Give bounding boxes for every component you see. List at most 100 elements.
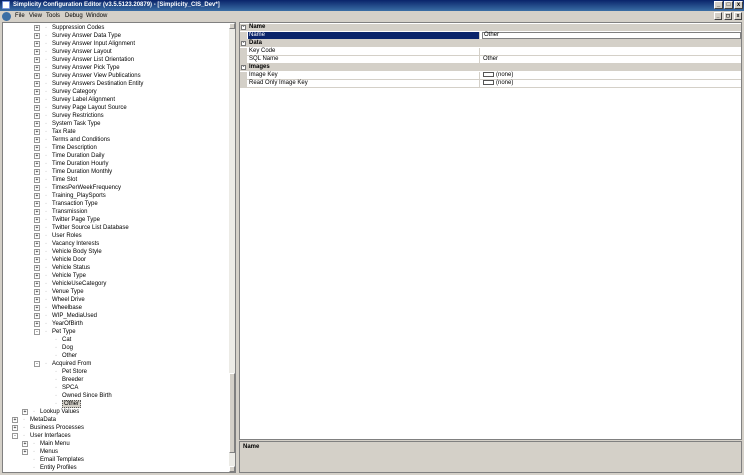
tree-item[interactable]: + ◦ Vacancy Interests — [3, 240, 229, 248]
expand-icon[interactable]: + — [34, 209, 40, 215]
tree-item[interactable]: ◦ SPCA — [3, 384, 229, 392]
tree-item[interactable]: + ◦ Survey Answer View Publications — [3, 72, 229, 80]
scroll-up-arrow-icon[interactable] — [229, 23, 235, 29]
tree-item[interactable]: + ◦ Survey Page Layout Source — [3, 104, 229, 112]
expand-icon[interactable]: + — [34, 49, 40, 55]
expand-icon[interactable]: + — [34, 289, 40, 295]
tree-item[interactable]: ◦ Owned Since Birth — [3, 392, 229, 400]
menu-file[interactable]: File — [15, 13, 25, 20]
collapse-icon[interactable]: - — [34, 329, 40, 335]
collapse-icon[interactable]: - — [241, 41, 246, 46]
collapse-icon[interactable]: - — [241, 65, 246, 70]
expand-icon[interactable]: + — [34, 201, 40, 207]
tree-scrollbar[interactable] — [229, 23, 235, 472]
property-category[interactable]: - Name — [240, 24, 741, 31]
tree-item[interactable]: ◦ Pet Store — [3, 368, 229, 376]
property-grid[interactable]: - Name Name Other - Data Key Code SQL Name Other… — [239, 22, 742, 440]
expand-icon[interactable]: + — [34, 233, 40, 239]
expand-icon[interactable]: + — [34, 153, 40, 159]
tree-item[interactable]: + ◦ Survey Category — [3, 88, 229, 96]
expand-icon[interactable]: + — [12, 417, 18, 423]
tree-item[interactable]: + ◦ Transaction Type — [3, 200, 229, 208]
expand-icon[interactable]: + — [34, 81, 40, 87]
expand-icon[interactable]: + — [34, 129, 40, 135]
tree-item[interactable]: ◦ Email Templates — [3, 456, 229, 464]
expand-icon[interactable]: + — [22, 409, 28, 415]
tree-item[interactable]: + ◦ YearOfBirth — [3, 320, 229, 328]
tree-item[interactable]: + ◦ Time Slot — [3, 176, 229, 184]
tree-item[interactable]: + ◦ Survey Answer Layout — [3, 48, 229, 56]
menu-view[interactable]: View — [29, 13, 42, 20]
property-row[interactable]: Name Other — [240, 32, 741, 40]
expand-icon[interactable]: + — [34, 297, 40, 303]
minimize-button[interactable]: _ — [714, 1, 723, 9]
maximize-button[interactable]: □ — [724, 1, 733, 9]
property-row[interactable]: Image Key (none) — [240, 72, 741, 80]
expand-icon[interactable]: + — [34, 169, 40, 175]
collapse-icon[interactable]: - — [12, 433, 18, 439]
tree-item[interactable]: + ◦ Time Duration Daily — [3, 152, 229, 160]
tree-item[interactable]: + ◦ Lookup Values — [3, 408, 229, 416]
tree-item[interactable]: + ◦ Time Description — [3, 144, 229, 152]
tree-item[interactable]: - ◦ User Interfaces — [3, 432, 229, 440]
expand-icon[interactable]: + — [34, 41, 40, 47]
expand-icon[interactable]: + — [34, 321, 40, 327]
expand-icon[interactable]: + — [34, 265, 40, 271]
tree-item[interactable]: + ◦ Survey Answer List Orientation — [3, 56, 229, 64]
tree-item[interactable]: + ◦ Survey Answers Destination Entity — [3, 80, 229, 88]
expand-icon[interactable]: + — [34, 89, 40, 95]
tree-item[interactable]: + ◦ Twitter Page Type — [3, 216, 229, 224]
expand-icon[interactable]: + — [22, 441, 28, 447]
expand-icon[interactable]: + — [34, 25, 40, 31]
expand-icon[interactable]: + — [34, 217, 40, 223]
menu-debug[interactable]: Debug — [65, 13, 83, 20]
scroll-thumb[interactable] — [229, 373, 235, 453]
expand-icon[interactable]: + — [34, 185, 40, 191]
menu-tools[interactable]: Tools — [46, 13, 60, 20]
tree-item[interactable]: ◦ Other — [3, 400, 229, 408]
expand-icon[interactable]: + — [34, 177, 40, 183]
expand-icon[interactable]: + — [34, 113, 40, 119]
property-category[interactable]: - Images — [240, 64, 741, 71]
tree-item[interactable]: + ◦ Survey Answer Input Alignment — [3, 40, 229, 48]
tree-item[interactable]: + ◦ Business Processes — [3, 424, 229, 432]
collapse-icon[interactable]: - — [34, 361, 40, 367]
expand-icon[interactable]: + — [34, 193, 40, 199]
tree-item[interactable]: + ◦ Survey Answer Pick Type — [3, 64, 229, 72]
expand-icon[interactable]: + — [34, 249, 40, 255]
property-value[interactable] — [482, 48, 741, 55]
tree-item[interactable]: ◦ Dog — [3, 344, 229, 352]
tree-item[interactable]: + ◦ System Task Type — [3, 120, 229, 128]
tree-item[interactable]: + ◦ MetaData — [3, 416, 229, 424]
property-value[interactable]: Other — [482, 32, 741, 39]
tree-item[interactable]: + ◦ Menus — [3, 448, 229, 456]
tree-item[interactable]: + ◦ Tax Rate — [3, 128, 229, 136]
mdi-close-button[interactable]: x — [734, 12, 742, 20]
tree-item[interactable]: ◦ Breeder — [3, 376, 229, 384]
expand-icon[interactable]: + — [34, 305, 40, 311]
expand-icon[interactable]: + — [22, 449, 28, 455]
tree-item[interactable]: + ◦ Transmission — [3, 208, 229, 216]
expand-icon[interactable]: + — [34, 105, 40, 111]
tree-item[interactable]: + ◦ Time Duration Hourly — [3, 160, 229, 168]
tree-item[interactable]: + ◦ Survey Label Alignment — [3, 96, 229, 104]
expand-icon[interactable]: + — [34, 57, 40, 63]
property-row[interactable]: SQL Name Other — [240, 56, 741, 64]
tree-item[interactable]: + ◦ VehicleUseCategory — [3, 280, 229, 288]
expand-icon[interactable]: + — [34, 65, 40, 71]
expand-icon[interactable]: + — [34, 281, 40, 287]
property-row[interactable]: Key Code — [240, 48, 741, 56]
expand-icon[interactable]: + — [34, 161, 40, 167]
tree-item[interactable]: + ◦ Training_PlaySports — [3, 192, 229, 200]
tree-item[interactable]: + ◦ WIP_MediaUsed — [3, 312, 229, 320]
tree-item[interactable]: + ◦ Survey Answer Data Type — [3, 32, 229, 40]
expand-icon[interactable]: + — [34, 257, 40, 263]
tree-item[interactable]: + ◦ Vehicle Type — [3, 272, 229, 280]
tree-item[interactable]: ◦ Cat — [3, 336, 229, 344]
tree-item[interactable]: + ◦ Time Duration Monthly — [3, 168, 229, 176]
tree-item[interactable]: + ◦ Vehicle Status — [3, 264, 229, 272]
property-category[interactable]: - Data — [240, 40, 741, 47]
expand-icon[interactable]: + — [12, 425, 18, 431]
tree-item[interactable]: ◦ Entity Profiles — [3, 464, 229, 472]
expand-icon[interactable]: + — [34, 241, 40, 247]
